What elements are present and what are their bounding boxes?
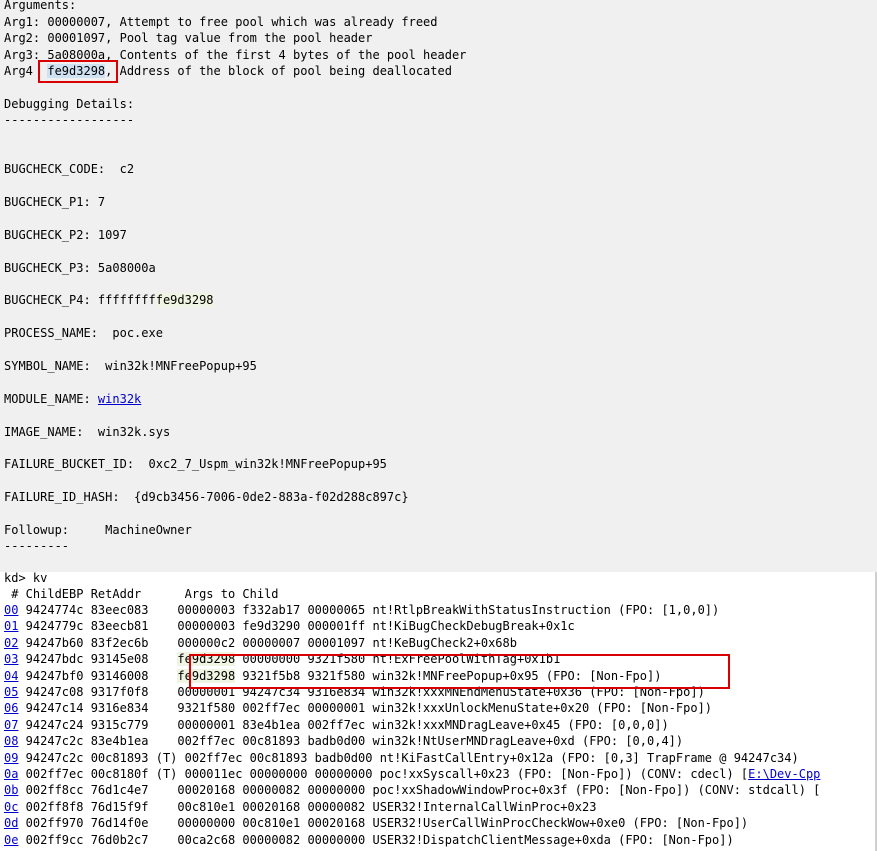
image-name: IMAGE_NAME: win32k.sys — [4, 425, 171, 439]
failure-id-hash: FAILURE_ID_HASH: {d9cb3456-7006-0de2-883… — [4, 490, 409, 504]
frame-number-link[interactable]: 08 — [4, 734, 18, 748]
stack-frame-row: 0d 002ff970 76d14f0e 00000000 00c810e1 0… — [4, 816, 749, 831]
stack-frame-row: 03 94247bdc 93145e08 fe9d3298 00000000 9… — [4, 652, 561, 667]
followup: Followup: MachineOwner — [4, 523, 192, 537]
frame-number-link[interactable]: 0b — [4, 783, 18, 797]
stack-header: # ChildEBP RetAddr Args to Child — [4, 587, 279, 601]
frame-number-link[interactable]: 07 — [4, 718, 18, 732]
stack-frame-row: 06 94247c14 9316e834 9321f580 002ff7ec 0… — [4, 701, 713, 716]
stack-frame-row: 0c 002ff8f8 76d15f9f 00c810e1 00020168 0… — [4, 799, 597, 814]
divider: ------------------ — [4, 113, 135, 127]
frame-number-link[interactable]: 06 — [4, 701, 18, 715]
arg-line: Arg3: 5a08000a, Contents of the first 4 … — [4, 48, 467, 62]
stack-frame-row: 09 94247c2c 00c81893 (T) 002ff7ec 00c818… — [4, 750, 799, 765]
stack-frame-row: 07 94247c24 9315c779 00000001 83e4b1ea 0… — [4, 717, 669, 732]
module-link[interactable]: win32k — [98, 392, 141, 406]
source-path-link[interactable]: E:\Dev-Cpp — [748, 767, 820, 781]
arg-line: Arg4 fe9d3298, Address of the block of p… — [4, 64, 452, 78]
symbol-name: SYMBOL_NAME: win32k!MNFreePopup+95 — [4, 359, 257, 373]
frame-number-link[interactable]: 0a — [4, 767, 18, 781]
stack-frame-row: 08 94247c2c 83e4b1ea 002ff7ec 00c81893 b… — [4, 734, 684, 749]
arg-line: Arg1: 00000007, Attempt to free pool whi… — [4, 15, 438, 29]
stack-frame-row: 05 94247c08 9317f0f8 00000001 94247c34 9… — [4, 685, 705, 699]
bugcheck-p2: BUGCHECK_P2: 1097 — [4, 228, 127, 242]
stack-frame-row: 02 94247b60 83f2ec6b 000000c2 00000007 0… — [4, 635, 517, 650]
bugcheck-code: BUGCHECK_CODE: c2 — [4, 162, 135, 176]
stack-frame-row: 00 9424774c 83eec083 00000003 f332ab17 0… — [4, 603, 720, 617]
process-name: PROCESS_NAME: poc.exe — [4, 326, 163, 340]
frame-number-link[interactable]: 02 — [4, 636, 18, 650]
arguments-header: Arguments: — [4, 0, 77, 12]
divider: --------- — [4, 539, 70, 553]
frame-number-link[interactable]: 03 — [4, 652, 18, 666]
stack-frame-row: 0b 002ff8cc 76d1c4e7 00020168 00000082 0… — [4, 783, 821, 798]
failure-bucket-id: FAILURE_BUCKET_ID: 0xc2_7_Uspm_win32k!MN… — [4, 457, 387, 471]
bugcheck-p3: BUGCHECK_P3: 5a08000a — [4, 261, 156, 275]
bugcheck-p1: BUGCHECK_P1: 7 — [4, 195, 106, 209]
stack-frame-row: 04 94247bf0 93146008 fe9d3298 9321f5b8 9… — [4, 668, 662, 683]
bugcheck-p4: BUGCHECK_P4: fffffffffe9d3298 — [4, 293, 214, 307]
debugging-details-header: Debugging Details: — [4, 97, 135, 111]
frame-number-link[interactable]: 09 — [4, 751, 18, 765]
frame-number-link[interactable]: 0d — [4, 816, 18, 830]
debugger-output-pane: Arguments: Arg1: 00000007, Attempt to fr… — [0, 0, 877, 572]
frame-number-link[interactable]: 04 — [4, 669, 18, 683]
command-output-pane: kd> kv # ChildEBP RetAddr Args to Child … — [0, 571, 877, 851]
frame-number-link[interactable]: 01 — [4, 619, 18, 633]
module-name: MODULE_NAME: win32k — [4, 392, 142, 406]
arg-line: Arg2: 00001097, Pool tag value from the … — [4, 31, 373, 45]
stack-frame-row: 01 9424779c 83eecb81 00000003 fe9d3290 0… — [4, 619, 575, 634]
frame-number-link[interactable]: 0e — [4, 833, 18, 847]
command-prompt: kd> kv — [4, 571, 48, 585]
selected-address[interactable]: fe9d3298 — [47, 64, 106, 78]
frame-number-link[interactable]: 00 — [4, 603, 18, 617]
frame-number-link[interactable]: 0c — [4, 800, 18, 814]
stack-frame-row: 0a 002ff7ec 00c8180f (T) 000011ec 000000… — [4, 767, 821, 781]
frame-number-link[interactable]: 05 — [4, 685, 18, 699]
stack-frame-row: 0e 002ff9cc 76d0b2c7 00ca2c68 00000082 0… — [4, 832, 734, 847]
